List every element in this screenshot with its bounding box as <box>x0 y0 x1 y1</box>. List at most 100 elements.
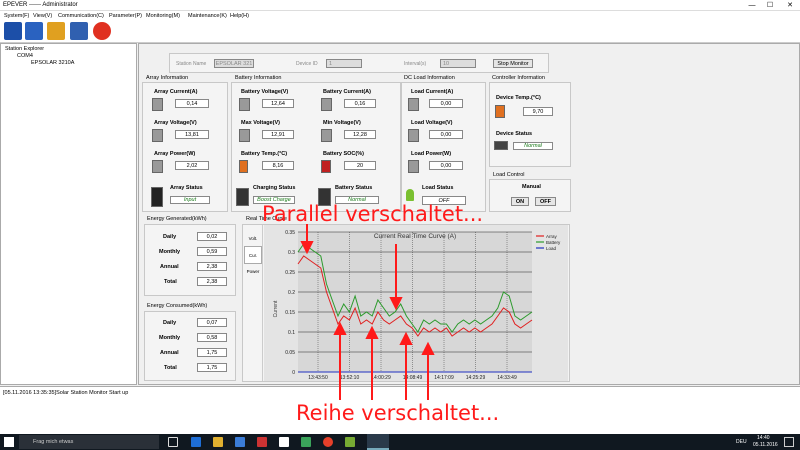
gen-annual-value: 2,38 <box>197 262 227 271</box>
gen-total-label: Total <box>164 279 177 285</box>
lightbulb-icon <box>406 189 414 201</box>
menu-parameter[interactable]: Parameter(P) <box>109 13 142 19</box>
solar-panel-icon <box>151 187 163 207</box>
menu-maintenance[interactable]: Maintenance(K) <box>188 13 227 19</box>
load-off-button[interactable]: OFF <box>535 197 556 206</box>
voltmeter-icon <box>408 129 419 142</box>
chart-title: Current Real Time Curve (A) <box>374 233 456 240</box>
battery-info-panel: Battery Voltage(V) 12,64 Battery Current… <box>231 82 401 212</box>
tab-current[interactable]: Cur. <box>244 246 262 264</box>
clock-date[interactable]: 05.11.2016 <box>753 442 778 448</box>
array-status-value: Input <box>170 196 210 204</box>
menu-view[interactable]: View(V) <box>33 13 52 19</box>
tree-device[interactable]: EPSOLAR 3210A <box>31 60 74 66</box>
office-icon[interactable] <box>257 437 267 447</box>
curve-panel: Volt. Cur. Power 0.35 0.3 0.25 0.2 0.15 0.1 0.… <box>242 224 570 382</box>
notifications-icon[interactable] <box>784 437 794 447</box>
task-view-icon[interactable] <box>168 437 178 447</box>
gen-monthly-label: Monthly <box>159 249 181 255</box>
con-total-label: Total <box>164 365 177 371</box>
con-annual-value: 1,75 <box>197 348 227 357</box>
battery-voltage-label: Battery Voltage(V) <box>241 89 289 95</box>
gen-monthly-value: 0,59 <box>197 247 227 256</box>
clock-time[interactable]: 14:40 <box>757 435 770 441</box>
station-name-label: Station Name <box>176 61 207 67</box>
tab-power[interactable]: Power <box>244 265 262 279</box>
x-tick-label: 14:25:29 <box>466 375 486 381</box>
wattmeter-icon <box>408 160 419 173</box>
x-tick-label: 14:00:29 <box>371 375 391 381</box>
notes-icon[interactable] <box>279 437 289 447</box>
tree-root[interactable]: Station Explorer <box>5 46 44 52</box>
power-icon[interactable] <box>93 22 111 40</box>
device-status-value: Normal <box>513 142 553 150</box>
menu-monitoring[interactable]: Monitoring(M) <box>146 13 180 19</box>
current-curve-chart: 0.35 0.3 0.25 0.2 0.15 0.1 0.05 0 13:43:50 13:52… <box>264 225 568 381</box>
controller-info-title: Controller Information <box>492 75 545 81</box>
file-explorer-icon[interactable] <box>213 437 223 447</box>
controller-device-icon <box>494 141 508 150</box>
load-status-label: Load Status <box>422 185 454 191</box>
battery-icon <box>236 188 249 206</box>
solar-array-icon[interactable] <box>25 22 43 40</box>
load-on-button[interactable]: ON <box>511 197 529 206</box>
battery-info-title: Battery Information <box>235 75 282 81</box>
voltmeter-icon <box>239 98 250 111</box>
thermometer-icon <box>495 105 505 118</box>
chrome-icon[interactable] <box>323 437 333 447</box>
x-tick-label: 13:43:50 <box>308 375 328 381</box>
store-icon[interactable] <box>235 437 245 447</box>
minimize-button[interactable]: — <box>744 0 760 11</box>
max-voltage-value: 12,91 <box>262 130 294 139</box>
battery-temp-label: Battery Temp.(°C) <box>241 151 288 157</box>
app-icon[interactable] <box>345 437 355 447</box>
gen-daily-label: Daily <box>163 234 177 240</box>
battery-temp-value: 8,16 <box>262 161 294 170</box>
settings-icon[interactable] <box>47 22 65 40</box>
y-tick-label: 0.1 <box>288 330 295 336</box>
array-current-label: Array Current(A) <box>154 89 198 95</box>
windows-start-icon[interactable] <box>4 437 14 447</box>
menu-communication[interactable]: Communication(C) <box>58 13 104 19</box>
ammeter-icon <box>321 98 332 111</box>
wattmeter-icon <box>152 160 163 173</box>
energy-consumed-panel: Daily 0,07 Monthly 0,58 Annual 1,75 Tota… <box>144 311 236 381</box>
tree-port[interactable]: COM4 <box>17 53 33 59</box>
xbox-icon[interactable] <box>301 437 311 447</box>
tab-voltage[interactable]: Volt. <box>244 232 262 246</box>
solar-panel-icon[interactable] <box>4 22 22 40</box>
device-temp-label: Device Temp.(°C) <box>496 95 541 101</box>
thermometer-icon <box>239 160 248 173</box>
language-indicator[interactable]: DEU <box>736 439 747 445</box>
max-voltage-label: Max Voltage(V) <box>241 120 281 126</box>
energy-generated-panel: Daily 0,02 Monthly 0,59 Annual 2,38 Tota… <box>144 224 236 296</box>
close-button[interactable]: ✕ <box>782 0 798 11</box>
taskbar-search-box[interactable]: Frag mich etwas <box>19 435 159 449</box>
print-icon[interactable] <box>70 22 88 40</box>
x-tick-label: 14:08:49 <box>403 375 423 381</box>
menu-help[interactable]: Help(H) <box>230 13 249 19</box>
battery-soc-label: Battery SOC(%) <box>323 151 364 157</box>
array-voltage-value: 13,81 <box>175 130 209 139</box>
stop-monitor-button[interactable]: Stop Monitor <box>493 59 533 68</box>
epever-task-icon[interactable] <box>367 434 389 450</box>
voltmeter-icon <box>152 129 163 142</box>
y-tick-label: 0 <box>292 370 295 376</box>
y-tick-label: 0.25 <box>285 270 295 276</box>
load-control-panel: Manual ON OFF <box>489 179 571 212</box>
y-tick-label: 0.3 <box>288 250 295 256</box>
device-id-field: 1 <box>326 59 362 68</box>
charging-status-label: Charging Status <box>253 185 296 191</box>
gauge-icon <box>321 129 332 142</box>
menu-system[interactable]: System(F) <box>4 13 29 19</box>
array-voltage-label: Array Voltage(V) <box>154 120 197 126</box>
maximize-button[interactable]: ☐ <box>762 0 778 11</box>
load-control-title: Load Control <box>493 172 525 178</box>
array-info-panel: Array Current(A) 0,14 Array Voltage(V) 1… <box>142 82 228 212</box>
title-bar: EPEVER ------ Administrator — ☐ ✕ <box>0 0 800 11</box>
gauge-icon <box>239 129 250 142</box>
load-voltage-label: Load Voltage(V) <box>411 120 453 126</box>
edge-icon[interactable] <box>191 437 201 447</box>
y-tick-label: 0.2 <box>288 290 295 296</box>
taskbar: Frag mich etwas DEU 14:40 05.11.2016 <box>0 434 800 450</box>
